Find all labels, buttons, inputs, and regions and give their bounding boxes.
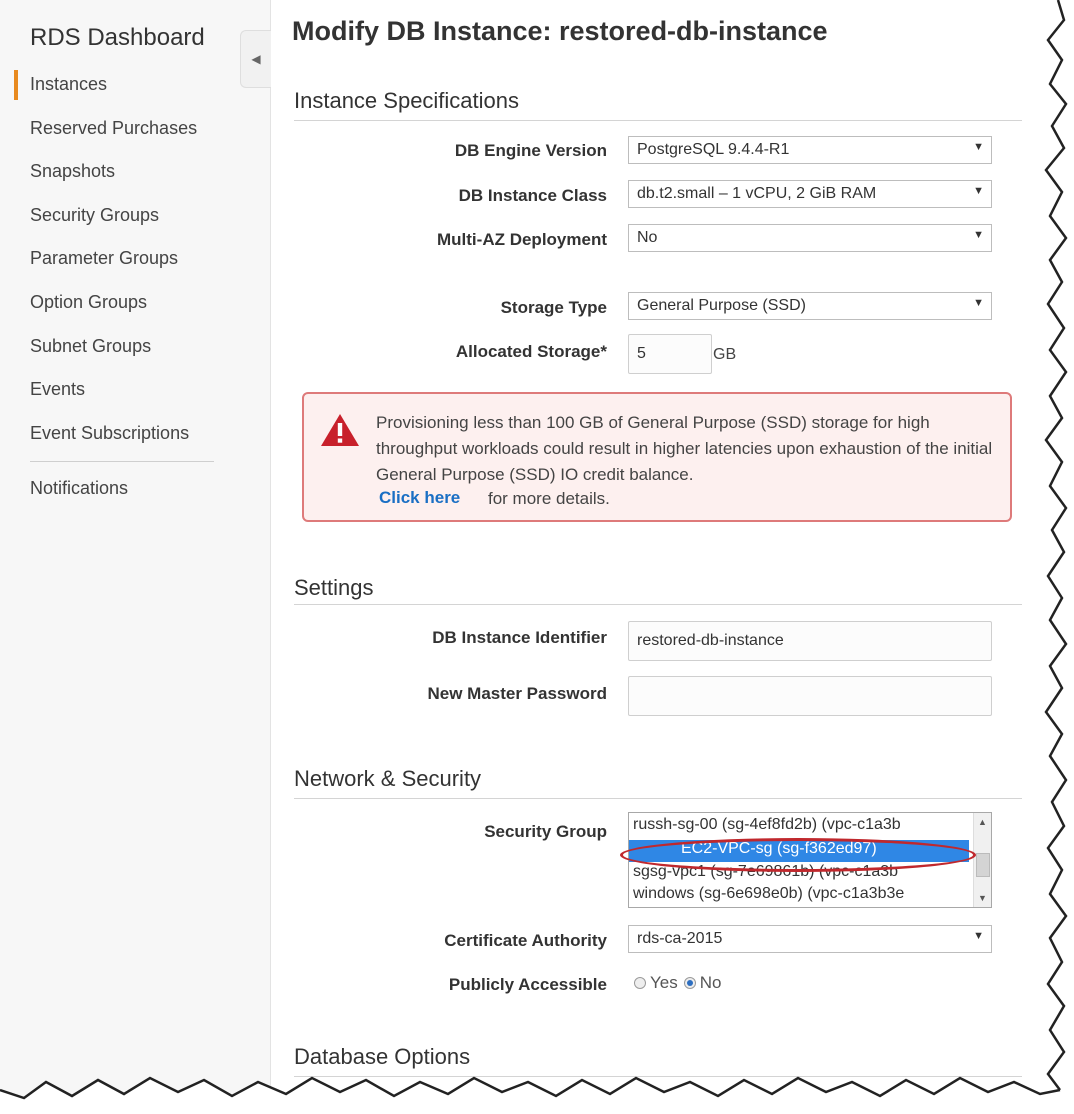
torn-edge-decoration xyxy=(0,0,1074,1114)
